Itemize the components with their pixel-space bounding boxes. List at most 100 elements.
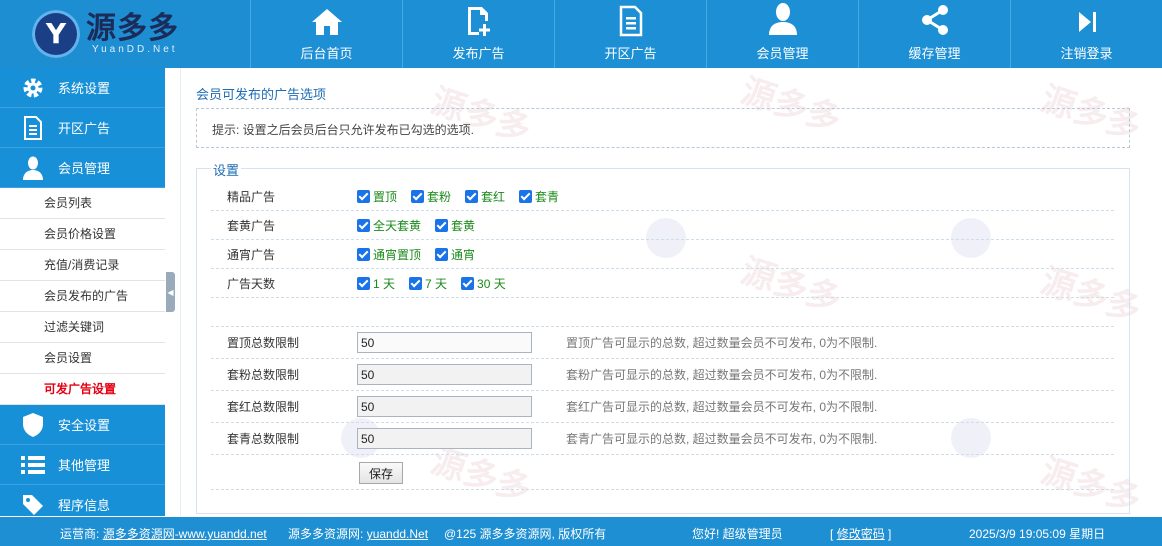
checkbox-7-days[interactable]: 7 天 <box>409 275 447 292</box>
checkbox-checked-icon <box>411 189 425 203</box>
checkbox-checked-icon <box>357 189 370 203</box>
row-label: 置顶总数限制 <box>227 336 300 350</box>
sidebar: 系统设置 开区广告 会员管理 会员列表 会员价格设置 充值/消费记录 会员发布的… <box>0 68 165 516</box>
footer: 运营商: 源多多资源网-www.yuandd.net 源多多资源网: yuand… <box>0 517 1162 546</box>
share-icon <box>921 5 948 35</box>
sidebar-item-ad-options[interactable]: 可发广告设置 <box>0 374 165 405</box>
nav-home-label: 后台首页 <box>300 46 353 61</box>
nav-cache-manage[interactable]: 缓存管理 <box>858 0 1010 68</box>
row-label: 套青总数限制 <box>227 432 300 446</box>
row-ad-days: 广告天数 1 天 7 天 30 天 <box>211 269 1114 298</box>
row-label: 通宵广告 <box>227 247 276 262</box>
checkbox-checked-icon <box>357 276 370 290</box>
nav-home[interactable]: 后台首页 <box>250 0 402 68</box>
skip-forward-icon <box>1078 12 1096 32</box>
checkbox-checked-icon <box>465 189 479 203</box>
sidebar-group-label: 开区广告 <box>58 121 111 136</box>
row-description: 置顶广告可显示的总数, 超过数量会员不可发布, 0为不限制. <box>566 336 878 350</box>
row-description: 套青广告可显示的总数, 超过数量会员不可发布, 0为不限制. <box>566 432 878 446</box>
hint-box: 提示: 设置之后会员后台只允许发布已勾选的选项. <box>196 108 1130 148</box>
brand-name: 源多多 <box>86 11 179 45</box>
checkbox-checked-icon <box>357 247 370 261</box>
pink-limit-input[interactable] <box>357 364 532 385</box>
sidebar-group-program-info[interactable]: 程序信息 <box>0 485 165 516</box>
document-icon <box>619 5 642 37</box>
sidebar-submenu-member: 会员列表 会员价格设置 充值/消费记录 会员发布的广告 过滤关键词 会员设置 可… <box>0 188 165 405</box>
brand-name-en: YuanDD.Net <box>92 43 178 55</box>
sidebar-group-system-settings[interactable]: 系统设置 <box>0 68 165 108</box>
footer-operator-label: 运营商: <box>60 527 100 541</box>
checkbox-checked-icon <box>435 218 449 232</box>
nav-logout[interactable]: 注销登录 <box>1010 0 1162 68</box>
user-icon <box>768 3 797 35</box>
checkbox-allday-yellow[interactable]: 全天套黄 <box>357 217 421 234</box>
sidebar-item-member-list[interactable]: 会员列表 <box>0 188 165 219</box>
footer-copyright: @125 源多多资源网, 版权所有 <box>444 527 607 541</box>
sidebar-group-label: 系统设置 <box>58 81 111 96</box>
sidebar-group-security[interactable]: 安全设置 <box>0 405 165 445</box>
checkbox-checked-icon <box>435 247 449 261</box>
row-yellow-ads: 套黄广告 全天套黄 套黄 <box>211 211 1114 240</box>
sidebar-group-member-manage[interactable]: 会员管理 <box>0 148 165 188</box>
nav-publish-ad-label: 发布广告 <box>452 46 505 61</box>
nav-server-ad[interactable]: 开区广告 <box>554 0 706 68</box>
row-label: 套粉总数限制 <box>227 368 300 382</box>
nav-server-ad-label: 开区广告 <box>604 46 657 61</box>
settings-legend: 设置 <box>211 160 242 179</box>
sidebar-group-other[interactable]: 其他管理 <box>0 445 165 485</box>
sidebar-item-member-settings[interactable]: 会员设置 <box>0 343 165 374</box>
nav-cache-manage-label: 缓存管理 <box>908 46 961 61</box>
page-title: 会员可发布的广告选项 <box>196 87 327 102</box>
checkbox-overnight[interactable]: 通宵 <box>435 246 475 263</box>
row-description: 套红广告可显示的总数, 超过数量会员不可发布, 0为不限制. <box>566 400 878 414</box>
checkbox-pink[interactable]: 套粉 <box>411 188 451 205</box>
sidebar-item-member-price[interactable]: 会员价格设置 <box>0 219 165 250</box>
top-limit-input[interactable] <box>357 332 532 353</box>
checkbox-1-day[interactable]: 1 天 <box>357 275 395 292</box>
checkbox-top[interactable]: 置顶 <box>357 188 397 205</box>
sidebar-item-filter-keywords[interactable]: 过滤关键词 <box>0 312 165 343</box>
checkbox-checked-icon <box>461 276 475 290</box>
nav-member-manage-label: 会员管理 <box>756 46 809 61</box>
footer-operator-link[interactable]: 源多多资源网-www.yuandd.net <box>103 527 267 541</box>
footer-datetime: 2025/3/9 19:05:09 星期日 <box>969 527 1106 541</box>
checkbox-yellow[interactable]: 套黄 <box>435 217 475 234</box>
row-red-limit: 套红总数限制 套红广告可显示的总数, 超过数量会员不可发布, 0为不限制. <box>211 391 1114 423</box>
nav-publish-ad[interactable]: 发布广告 <box>402 0 554 68</box>
document-plus-icon <box>467 7 490 36</box>
document-icon <box>20 115 46 141</box>
sidebar-group-label: 其他管理 <box>58 458 111 473</box>
footer-greeting: 您好! 超级管理员 <box>692 527 783 541</box>
tag-icon <box>20 492 46 517</box>
gear-icon <box>20 75 46 101</box>
row-label: 精品广告 <box>227 189 276 204</box>
list-icon <box>20 452 46 478</box>
shield-icon <box>20 412 46 438</box>
checkbox-overnight-top[interactable]: 通宵置顶 <box>357 246 421 263</box>
row-premium-ads: 精品广告 置顶 套粉 套红 套青 <box>211 182 1114 211</box>
footer-site-label: 源多多资源网: <box>288 527 364 541</box>
sidebar-collapse-handle[interactable]: ◀ <box>166 272 175 312</box>
nav-logout-label: 注销登录 <box>1060 46 1113 61</box>
sidebar-item-member-ads[interactable]: 会员发布的广告 <box>0 281 165 312</box>
footer-site-link[interactable]: yuandd.Net <box>367 527 428 541</box>
sidebar-group-label: 程序信息 <box>58 498 111 513</box>
checkbox-30-days[interactable]: 30 天 <box>461 275 506 292</box>
top-bar: 源多多 YuanDD.Net 后台首页 发布广告 开区广告 会员管理 缓存管理 … <box>0 0 1162 68</box>
row-pink-limit: 套粉总数限制 套粉广告可显示的总数, 超过数量会员不可发布, 0为不限制. <box>211 359 1114 391</box>
sidebar-group-label: 安全设置 <box>58 418 111 433</box>
row-actions <box>211 459 1114 490</box>
cyan-limit-input[interactable] <box>357 428 532 449</box>
checkbox-cyan[interactable]: 套青 <box>519 188 559 205</box>
sidebar-group-server-ad[interactable]: 开区广告 <box>0 108 165 148</box>
sidebar-item-recharge-records[interactable]: 充值/消费记录 <box>0 250 165 281</box>
checkbox-checked-icon <box>519 189 533 203</box>
red-limit-input[interactable] <box>357 396 532 417</box>
top-nav: 后台首页 发布广告 开区广告 会员管理 缓存管理 注销登录 <box>250 0 1162 68</box>
main-panel: 源多多 源多多 源多多 源多多 源多多 源多多 源多多 会员可发布的广告选项 提… <box>180 68 1146 521</box>
checkbox-red[interactable]: 套红 <box>465 188 505 205</box>
nav-member-manage[interactable]: 会员管理 <box>706 0 858 68</box>
home-icon <box>311 9 342 35</box>
logo: 源多多 YuanDD.Net <box>0 0 250 68</box>
change-password-link[interactable]: 修改密码 <box>837 527 885 541</box>
